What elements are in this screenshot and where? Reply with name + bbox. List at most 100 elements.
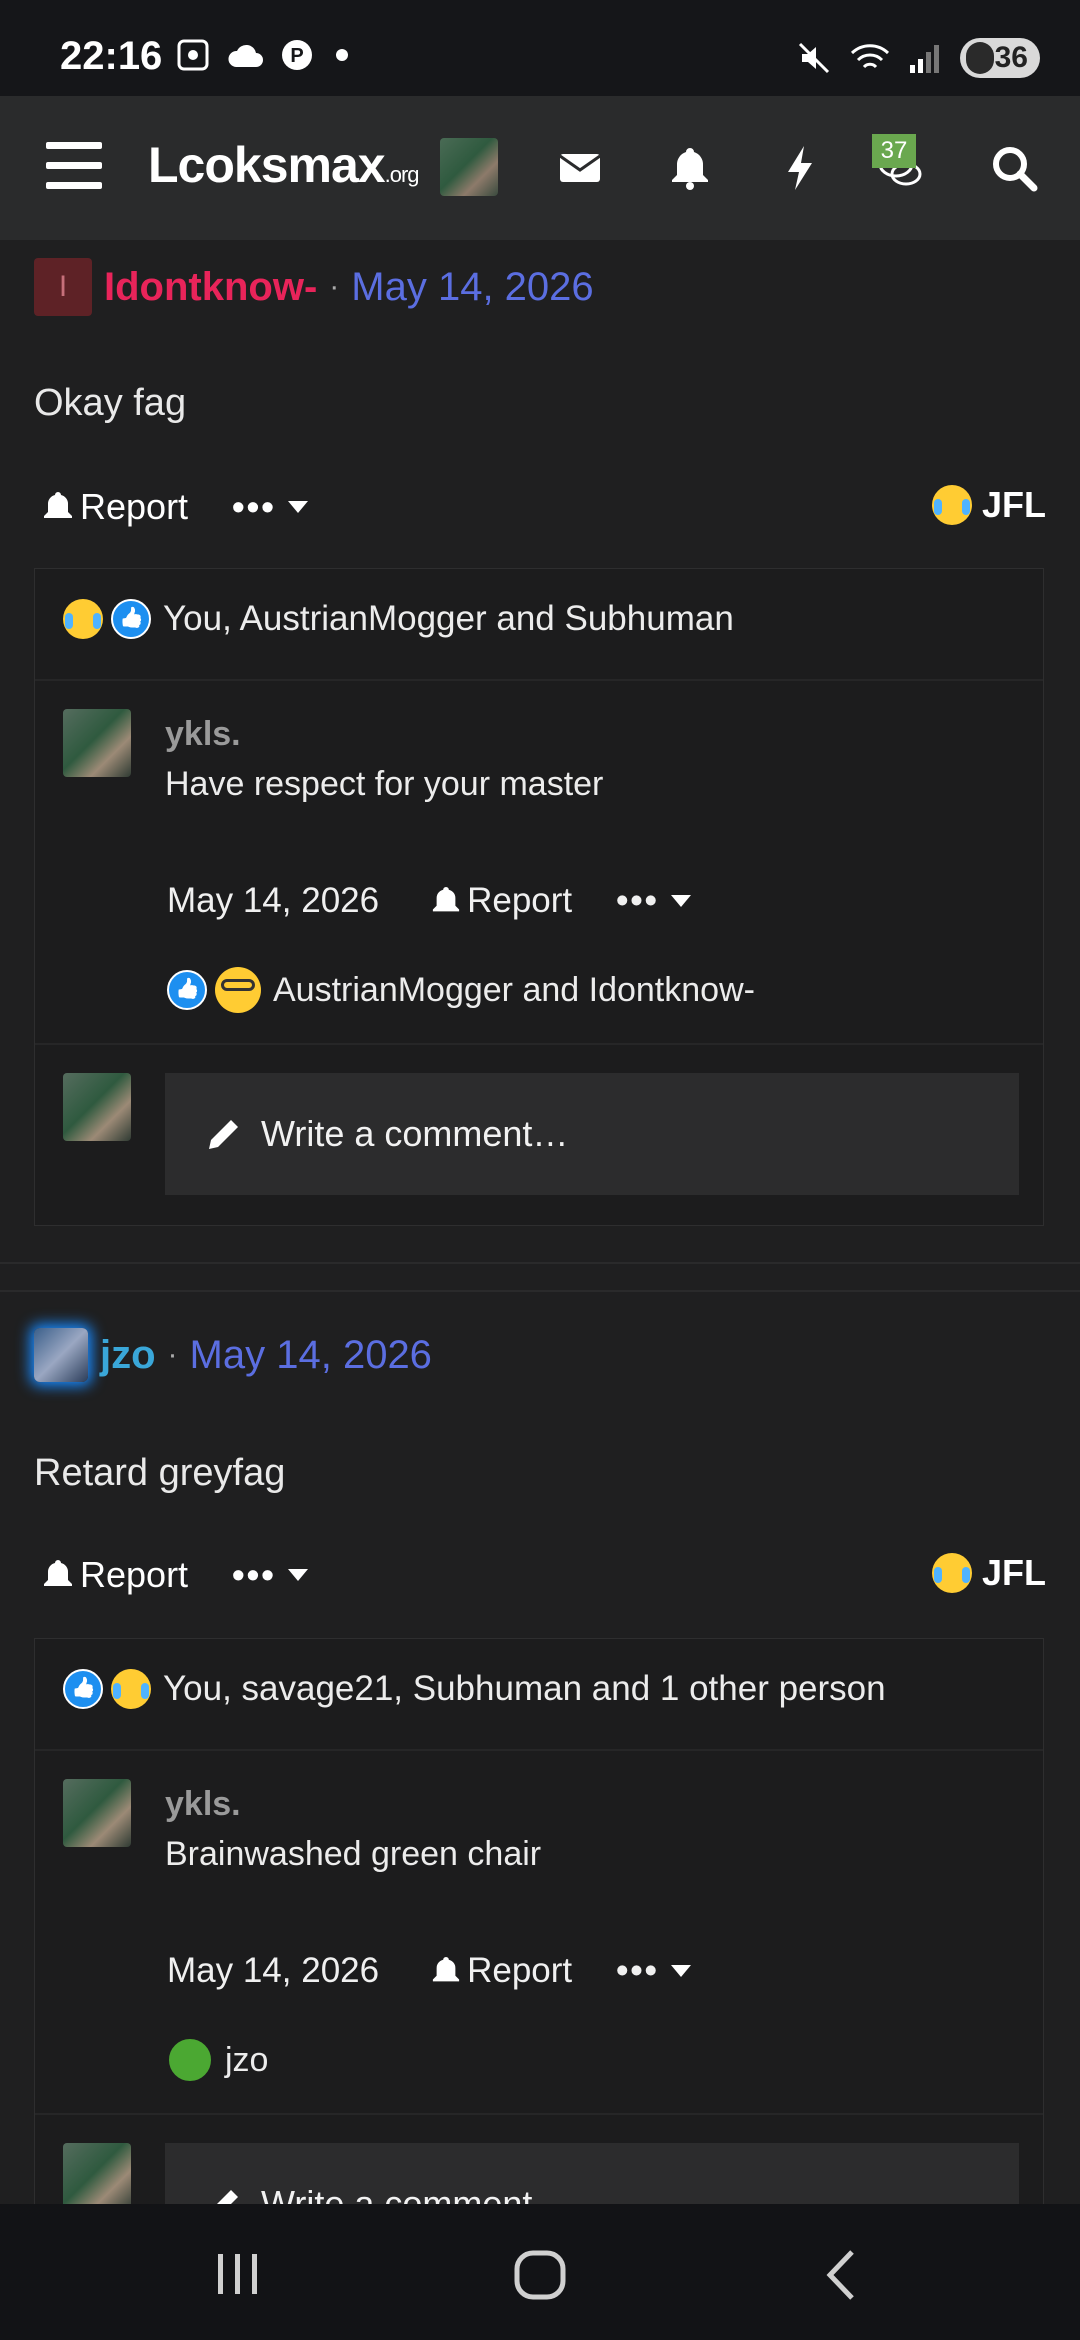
comment-more-button[interactable]: ••• (616, 881, 693, 921)
post-author[interactable]: jzo (100, 1333, 156, 1378)
my-avatar[interactable] (63, 2143, 131, 2211)
battery-icon: 36 (960, 38, 1040, 78)
chevron-down-icon (670, 895, 691, 907)
post-body: Okay fag (34, 382, 187, 424)
author-avatar[interactable] (34, 1328, 88, 1382)
comment-reactions[interactable]: AustrianMogger and Idontknow- (167, 967, 755, 1013)
ellipsis-icon: ••• (232, 486, 276, 527)
logo-tld: .org (384, 162, 420, 187)
divider (35, 2113, 1043, 2115)
comment-text: Brainwashed green chair (165, 1835, 542, 1873)
status-bar: 22:16 P 36 (0, 0, 1080, 96)
bell-icon (44, 492, 72, 518)
report-button[interactable]: Report (42, 486, 188, 528)
divider (35, 1043, 1043, 1045)
report-label: Report (80, 486, 189, 527)
comment-avatar[interactable] (63, 709, 131, 777)
report-label: Report (467, 881, 573, 920)
home-icon[interactable] (512, 2248, 568, 2302)
crying-laughing-icon (63, 599, 103, 639)
site-header: Lcoksmax.org 37 (0, 96, 1080, 240)
comment-report-button[interactable]: Report (431, 1951, 572, 1991)
pencil-icon (209, 1120, 238, 1149)
report-label: Report (80, 1554, 189, 1595)
avatar-initial: I (58, 270, 68, 303)
post-header: I Idontknow- · May 14, 2026 (34, 258, 594, 316)
bell-icon (432, 1956, 460, 1982)
comment-meta: May 14, 2026 Report ••• (167, 881, 693, 921)
dot-icon (336, 49, 348, 61)
comment-date[interactable]: May 14, 2026 (167, 1951, 379, 1991)
logo-main: Lcoksmax (148, 137, 386, 193)
reaction-label: JFL (981, 1552, 1046, 1593)
comment-author[interactable]: ykls. (165, 1785, 241, 1824)
mute-icon (798, 42, 830, 74)
post-divider (0, 1290, 1080, 1292)
post-header: jzo · May 14, 2026 (34, 1328, 432, 1382)
ellipsis-icon: ••• (616, 881, 659, 920)
wifi-icon (850, 44, 890, 69)
bell-icon (44, 1560, 72, 1586)
battery-level: 36 (994, 41, 1028, 74)
comment-reactions[interactable]: jzo (167, 2037, 268, 2083)
reaction-label: JFL (981, 484, 1046, 525)
meta-separator: · (167, 1338, 178, 1371)
nerd-icon (215, 967, 261, 1013)
pinterest-icon: P (282, 40, 312, 70)
comment-reaction-users: jzo (225, 2040, 269, 2079)
post-divider (0, 1262, 1080, 1264)
write-comment-input[interactable]: Write a comment… (165, 1073, 1019, 1195)
post-author[interactable]: Idontknow- (104, 265, 317, 310)
write-comment-placeholder: Write a comment… (261, 1113, 569, 1154)
bell-icon[interactable] (666, 144, 714, 192)
reaction-button[interactable]: JFL (931, 1552, 1046, 1594)
back-icon[interactable] (822, 2248, 862, 2302)
reaction-summary[interactable]: You, AustrianMogger and Subhuman (63, 599, 734, 639)
unread-badge: 37 (872, 134, 916, 168)
post-actions: Report ••• JFL (34, 1546, 1046, 1606)
signal-icon (910, 45, 939, 73)
cloud-icon (228, 44, 263, 67)
post-date[interactable]: May 14, 2026 (190, 1333, 432, 1378)
inbox-icon[interactable] (556, 144, 604, 192)
crying-laughing-icon (931, 1553, 972, 1593)
more-options-button[interactable]: ••• (232, 1554, 310, 1596)
chevron-down-icon (670, 1965, 691, 1977)
site-logo[interactable]: Lcoksmax.org (148, 136, 420, 194)
comment-text: Have respect for your master (165, 765, 604, 803)
divider (35, 679, 1043, 681)
menu-icon[interactable] (46, 142, 102, 190)
my-avatar[interactable] (63, 1073, 131, 1141)
nauseated-icon (167, 2037, 213, 2083)
comment-section: You, AustrianMogger and Subhuman ykls. H… (34, 568, 1044, 1226)
ellipsis-icon: ••• (232, 1554, 276, 1595)
meta-separator: · (329, 270, 340, 303)
bolt-icon[interactable] (776, 144, 824, 192)
screenshot-icon (177, 39, 209, 71)
like-icon (111, 599, 151, 639)
report-button[interactable]: Report (42, 1554, 188, 1596)
comment-date[interactable]: May 14, 2026 (167, 881, 379, 921)
comment-author[interactable]: ykls. (165, 715, 241, 754)
comment-avatar[interactable] (63, 1779, 131, 1847)
like-icon (167, 970, 207, 1010)
post-date[interactable]: May 14, 2026 (351, 265, 593, 310)
user-avatar[interactable] (440, 138, 498, 196)
reaction-button[interactable]: JFL (931, 484, 1046, 526)
like-icon (63, 1669, 103, 1709)
crying-laughing-icon (931, 485, 972, 525)
search-icon[interactable] (990, 144, 1038, 192)
system-nav-bar (0, 2204, 1080, 2340)
comment-meta: May 14, 2026 Report ••• (167, 1951, 693, 1991)
comment-more-button[interactable]: ••• (616, 1951, 693, 1991)
reaction-summary[interactable]: You, savage21, Subhuman and 1 other pers… (63, 1669, 886, 1709)
comment-report-button[interactable]: Report (431, 881, 572, 921)
post-body: Retard greyfag (34, 1452, 286, 1494)
more-options-button[interactable]: ••• (232, 486, 310, 528)
status-time: 22:16 (60, 34, 163, 78)
crying-laughing-icon (111, 1669, 151, 1709)
recent-apps-icon[interactable] (210, 2250, 266, 2298)
author-avatar[interactable]: I (34, 258, 92, 316)
chevron-down-icon (287, 1569, 308, 1581)
chevron-down-icon (287, 501, 308, 513)
